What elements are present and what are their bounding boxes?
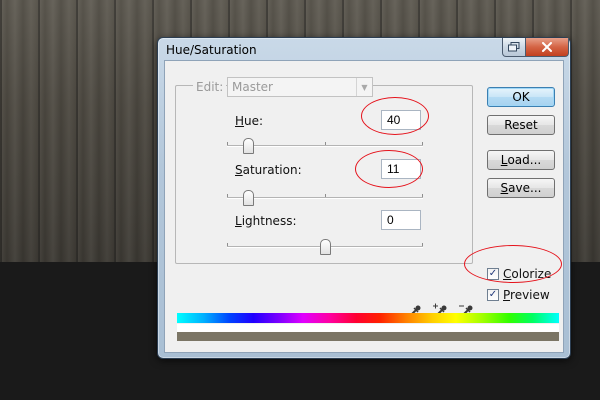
- hue-saturation-dialog: Hue/Saturation Edit: Master ▼ Hue: Satur…: [157, 37, 571, 359]
- colorize-annotation-oval: [464, 245, 562, 283]
- saturation-annotation-oval: [355, 150, 423, 188]
- restore-icon: [508, 42, 520, 52]
- reset-button[interactable]: Reset: [487, 115, 555, 135]
- input-spectrum-bar: [177, 313, 559, 323]
- lightness-input[interactable]: [381, 210, 421, 230]
- preview-option[interactable]: ✓ Preview: [487, 288, 550, 302]
- save-button[interactable]: Save...: [487, 178, 555, 198]
- saturation-label: Saturation:: [235, 163, 302, 177]
- saturation-tick-right: [422, 194, 423, 197]
- lightness-slider-thumb[interactable]: [319, 239, 331, 255]
- saturation-slider-thumb[interactable]: [243, 190, 255, 206]
- close-button[interactable]: [525, 38, 569, 57]
- chevron-down-icon: ▼: [356, 78, 372, 96]
- saturation-slider[interactable]: [227, 190, 423, 206]
- dialog-client-area: Edit: Master ▼ Hue: Saturation: Lightnes…: [164, 60, 564, 353]
- hue-tick-left: [227, 142, 228, 145]
- saturation-tick-center: [325, 194, 326, 197]
- ok-button[interactable]: OK: [487, 87, 555, 107]
- restore-button[interactable]: [502, 38, 526, 57]
- hue-slider-thumb[interactable]: [243, 138, 255, 154]
- hue-slider[interactable]: [227, 138, 423, 154]
- edit-dropdown[interactable]: Master ▼: [227, 77, 373, 97]
- hue-annotation-oval: [361, 97, 429, 135]
- hue-tick-center: [325, 142, 326, 145]
- close-icon: [542, 42, 552, 52]
- preview-checkbox[interactable]: ✓: [487, 289, 499, 301]
- lightness-tick-right: [422, 243, 423, 246]
- bar-separator: [177, 324, 559, 332]
- hue-tick-right: [422, 142, 423, 145]
- window-title: Hue/Saturation: [166, 43, 257, 57]
- saturation-tick-left: [227, 194, 228, 197]
- lightness-label: Lightness:: [235, 214, 297, 228]
- hue-label: Hue:: [235, 114, 264, 128]
- load-button[interactable]: Load...: [487, 150, 555, 170]
- preview-label: Preview: [503, 288, 550, 302]
- edit-dropdown-value: Master: [232, 80, 273, 94]
- lightness-tick-left: [227, 243, 228, 246]
- edit-label: Edit:: [193, 80, 227, 94]
- output-color-bar: [177, 332, 559, 341]
- lightness-slider[interactable]: [227, 239, 423, 255]
